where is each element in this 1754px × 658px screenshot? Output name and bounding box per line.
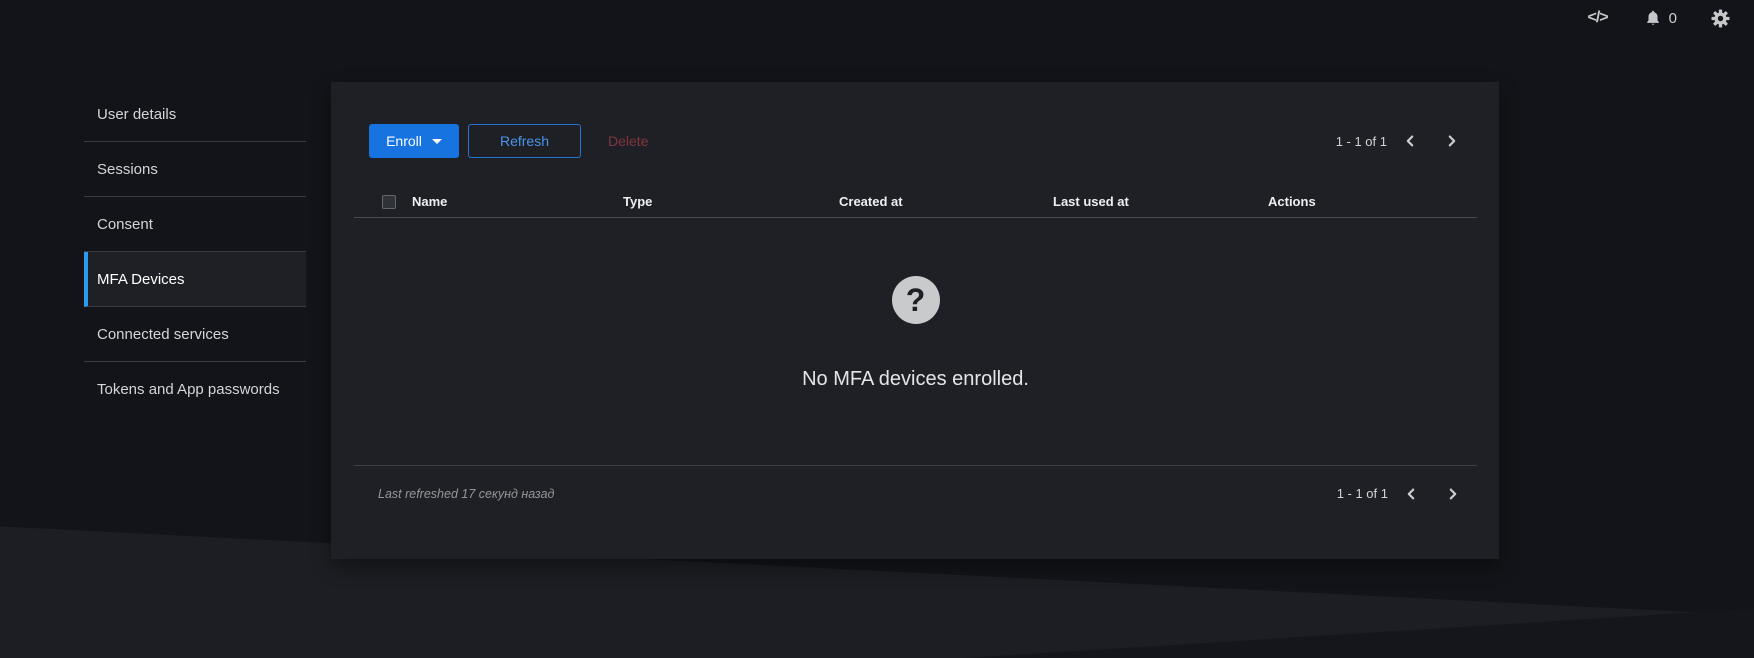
select-all-checkbox[interactable] (382, 194, 396, 209)
sidebar-item-label: Connected services (97, 325, 229, 343)
chevron-right-icon (1446, 487, 1460, 501)
pagination-bottom: 1 - 1 of 1 (1337, 486, 1460, 501)
next-page-button[interactable] (1445, 134, 1459, 148)
account-nav: User details Sessions Consent MFA Device… (84, 87, 306, 417)
previous-page-button[interactable] (1403, 134, 1417, 148)
bell-icon (1644, 9, 1662, 27)
sidebar-item-label: Sessions (97, 160, 158, 178)
empty-state: ? No MFA devices enrolled. (354, 218, 1477, 465)
refresh-button[interactable]: Refresh (468, 124, 581, 158)
sidebar-item-label: User details (97, 105, 177, 123)
chevron-left-icon (1404, 487, 1418, 501)
topbar: </> 0 (0, 0, 1754, 36)
sidebar-item-user-details[interactable]: User details (84, 87, 306, 142)
chevron-right-icon (1445, 134, 1459, 148)
sidebar-item-label: Consent (97, 215, 153, 233)
mfa-toolbar: Enroll Refresh Delete 1 - 1 of 1 (369, 124, 1459, 158)
settings-button[interactable] (1711, 8, 1730, 28)
sidebar-item-label: Tokens and App passwords (97, 381, 280, 398)
gear-icon (1711, 8, 1730, 28)
select-all-cell (354, 194, 400, 209)
panel-footer: Last refreshed 17 секунд назад 1 - 1 of … (354, 465, 1477, 501)
column-header-last-used-at: Last used at (1053, 194, 1129, 209)
column-header-name: Name (412, 194, 448, 209)
pagination-range-label: 1 - 1 of 1 (1336, 486, 1388, 501)
pagination-top: 1 - 1 of 1 (1336, 134, 1459, 149)
sidebar-item-sessions[interactable]: Sessions (84, 142, 306, 197)
mfa-devices-table: Name Type Created at Last used at Action… (354, 186, 1477, 218)
mfa-devices-panel: Enroll Refresh Delete 1 - 1 of 1 Name Ty… (331, 82, 1499, 559)
next-page-button[interactable] (1446, 487, 1460, 501)
delete-button[interactable]: Delete (608, 133, 648, 149)
empty-state-message: No MFA devices enrolled. (802, 368, 1029, 390)
chevron-left-icon (1403, 134, 1417, 148)
code-icon: </> (1587, 9, 1609, 26)
notifications-button[interactable]: 0 (1644, 9, 1677, 27)
previous-page-button[interactable] (1404, 487, 1418, 501)
sidebar-item-tokens-app-passwords[interactable]: Tokens and App passwords (84, 362, 306, 417)
column-header-actions: Actions (1268, 194, 1316, 209)
sidebar-item-consent[interactable]: Consent (84, 197, 306, 252)
sidebar-item-label: MFA Devices (97, 270, 185, 288)
enroll-button-label: Enroll (386, 133, 422, 149)
last-refreshed-label: Last refreshed 17 секунд назад (378, 486, 555, 501)
sidebar-item-connected-services[interactable]: Connected services (84, 307, 306, 362)
chevron-down-icon (431, 138, 442, 144)
developer-tools-button[interactable]: </> (1587, 9, 1609, 27)
sidebar-item-mfa-devices[interactable]: MFA Devices (84, 252, 306, 307)
table-header-row: Name Type Created at Last used at Action… (354, 186, 1477, 218)
pagination-range-label: 1 - 1 of 1 (1335, 133, 1387, 149)
notification-count: 0 (1668, 9, 1677, 27)
column-header-type: Type (623, 194, 653, 209)
enroll-button[interactable]: Enroll (369, 124, 459, 158)
question-mark-icon: ? (891, 276, 940, 324)
column-header-created-at: Created at (839, 194, 903, 209)
